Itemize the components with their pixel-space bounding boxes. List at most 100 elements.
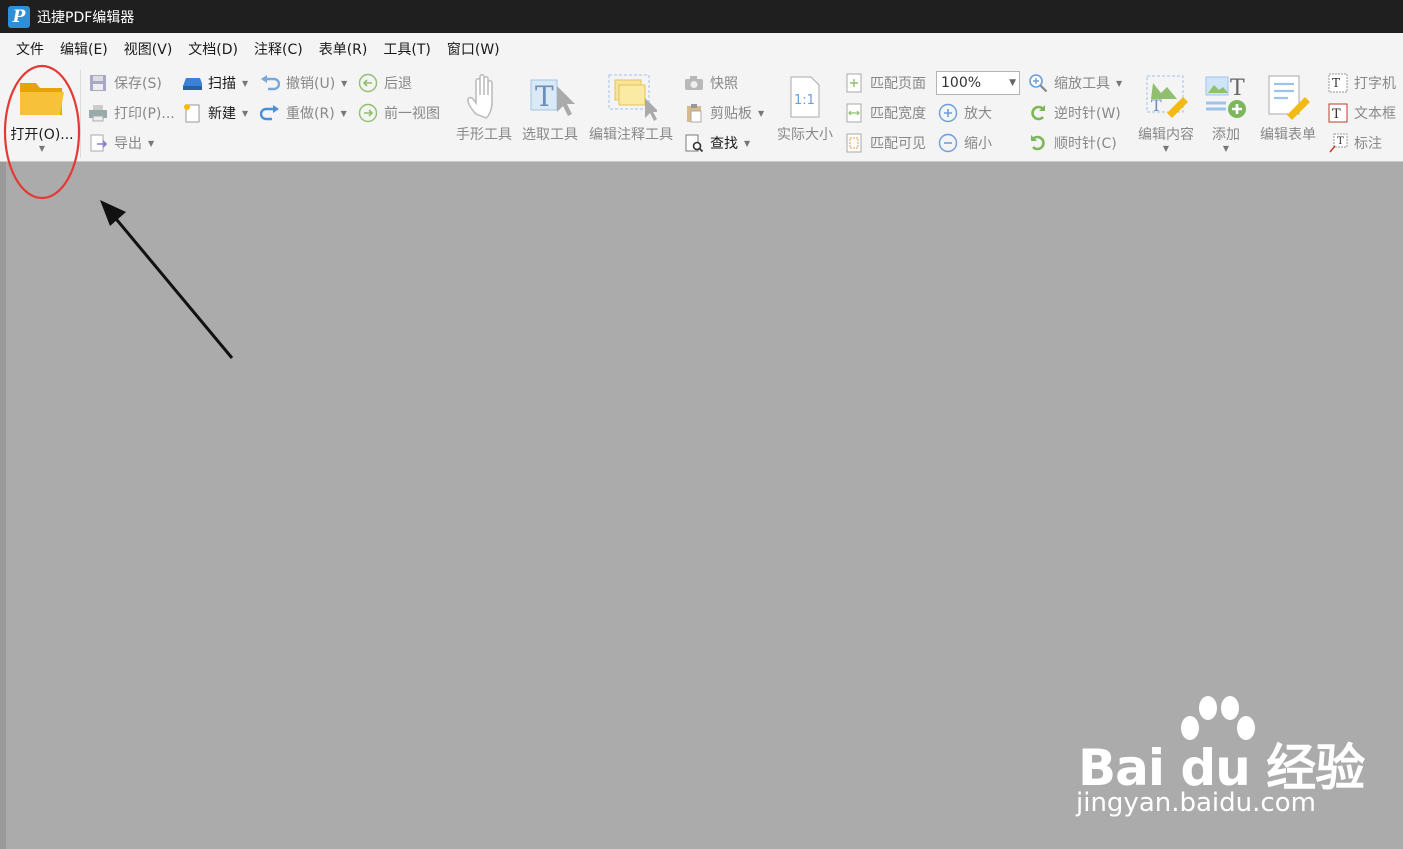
fit-visible-label: 匹配可见 (870, 136, 926, 152)
hand-tool-button[interactable]: 手形工具 (452, 70, 516, 144)
find-button[interactable]: 查找 ▼ (684, 130, 750, 156)
export-icon (88, 133, 108, 153)
menu-edit[interactable]: 编辑(E) (52, 37, 116, 63)
clipboard-button[interactable]: 剪贴板 ▼ (684, 100, 764, 126)
select-tool-label: 选取工具 (522, 127, 578, 143)
back-label: 后退 (384, 76, 412, 92)
edit-content-label: 编辑内容 (1138, 127, 1194, 143)
edit-form-button[interactable]: 编辑表单 (1256, 70, 1320, 144)
redo-icon (260, 103, 280, 123)
export-button[interactable]: 导出 ▼ (88, 130, 154, 156)
new-document-icon (182, 103, 202, 123)
rotate-cw-button[interactable]: 顺时针(C) (1028, 130, 1117, 156)
edit-annotation-tool-label: 编辑注释工具 (589, 127, 673, 143)
edit-annotation-tool-button[interactable]: 编辑注释工具 (584, 70, 678, 144)
menu-window[interactable]: 窗口(W) (439, 37, 508, 63)
open-button[interactable]: 打开(O)... ▼ (6, 70, 78, 153)
camera-icon (684, 73, 704, 93)
menu-document[interactable]: 文档(D) (180, 37, 246, 63)
annotation-edit-icon (605, 70, 657, 124)
back-arrow-icon (358, 73, 378, 93)
menu-form[interactable]: 表单(R) (311, 37, 376, 63)
select-tool-button[interactable]: T 选取工具 (518, 70, 582, 144)
print-button[interactable]: 打印(P)... (88, 100, 175, 126)
textbox-icon: T (1328, 103, 1348, 123)
undo-button[interactable]: 撤销(U) ▼ (260, 70, 347, 96)
app-window: P 迅捷PDF编辑器 文件 编辑(E) 视图(V) 文档(D) 注释(C) 表单… (0, 0, 1403, 849)
new-label: 新建 (208, 106, 236, 122)
zoom-out-button[interactable]: 缩小 (938, 130, 992, 156)
clipboard-label: 剪贴板 (710, 106, 752, 122)
prev-view-button[interactable]: 前一视图 (358, 100, 440, 126)
printer-icon (88, 103, 108, 123)
open-label: 打开(O)... (10, 127, 74, 143)
redo-button[interactable]: 重做(R) ▼ (260, 100, 347, 126)
svg-text:T: T (1332, 76, 1340, 90)
zoom-in-icon (938, 103, 958, 123)
menu-comment[interactable]: 注释(C) (246, 37, 311, 63)
find-icon (684, 133, 704, 153)
new-button[interactable]: 新建 ▼ (182, 100, 248, 126)
fit-width-icon (844, 103, 864, 123)
find-label: 查找 (710, 136, 738, 152)
edit-content-button[interactable]: T 编辑内容 ▼ (1134, 70, 1198, 153)
redo-dropdown-icon[interactable]: ▼ (341, 109, 347, 118)
rotate-ccw-button[interactable]: 逆时针(W) (1028, 100, 1121, 126)
zoom-level-select[interactable]: 100% ▼ (936, 71, 1020, 95)
zoom-in-button[interactable]: 放大 (938, 100, 992, 126)
rotate-ccw-icon (1028, 103, 1048, 123)
typewriter-button[interactable]: T 打字机 (1328, 70, 1396, 96)
svg-text:1:1: 1:1 (794, 93, 815, 108)
callout-button[interactable]: T 标注 (1328, 130, 1382, 156)
add-dropdown-icon[interactable]: ▼ (1223, 144, 1229, 153)
back-button[interactable]: 后退 (358, 70, 412, 96)
scan-label: 扫描 (208, 76, 236, 92)
find-dropdown-icon[interactable]: ▼ (744, 139, 750, 148)
magnifier-icon (1028, 73, 1048, 93)
fit-page-button[interactable]: 匹配页面 (844, 70, 926, 96)
menu-view[interactable]: 视图(V) (116, 37, 181, 63)
add-button[interactable]: T 添加 ▼ (1200, 70, 1252, 153)
hand-icon (466, 70, 502, 124)
export-dropdown-icon[interactable]: ▼ (148, 139, 154, 148)
edit-content-dropdown-icon[interactable]: ▼ (1163, 144, 1169, 153)
scan-dropdown-icon[interactable]: ▼ (242, 79, 248, 88)
actual-size-label: 实际大小 (777, 127, 833, 143)
rotate-ccw-label: 逆时针(W) (1054, 106, 1121, 122)
add-label: 添加 (1212, 127, 1240, 143)
menu-tools[interactable]: 工具(T) (375, 37, 438, 63)
svg-text:T: T (1337, 136, 1344, 147)
undo-dropdown-icon[interactable]: ▼ (341, 79, 347, 88)
fit-visible-button[interactable]: 匹配可见 (844, 130, 926, 156)
add-element-icon: T (1202, 70, 1250, 124)
svg-text:T: T (535, 80, 554, 113)
snapshot-label: 快照 (710, 76, 738, 92)
new-dropdown-icon[interactable]: ▼ (242, 109, 248, 118)
scan-button[interactable]: 扫描 ▼ (182, 70, 248, 96)
scanner-icon (182, 73, 202, 93)
save-button[interactable]: 保存(S) (88, 70, 162, 96)
zoom-tool-dropdown-icon[interactable]: ▼ (1116, 79, 1122, 88)
callout-icon: T (1328, 133, 1348, 153)
undo-label: 撤销(U) (286, 76, 336, 92)
clipboard-icon (684, 103, 704, 123)
textbox-button[interactable]: T 文本框 (1328, 100, 1396, 126)
snapshot-button[interactable]: 快照 (684, 70, 738, 96)
save-icon (88, 73, 108, 93)
clipboard-dropdown-icon[interactable]: ▼ (758, 109, 764, 118)
chevron-down-icon[interactable]: ▼ (1009, 72, 1016, 94)
svg-text:T: T (1230, 76, 1245, 101)
actual-size-button[interactable]: 1:1 实际大小 (772, 70, 838, 144)
edit-content-icon: T (1141, 70, 1191, 124)
baidu-watermark: Bai du 经验 jingyan.baidu.com (1070, 690, 1390, 830)
undo-icon (260, 73, 280, 93)
svg-text:T: T (1332, 107, 1341, 122)
zoom-tool-button[interactable]: 缩放工具 ▼ (1028, 70, 1122, 96)
text-select-icon: T (523, 70, 577, 124)
menu-file[interactable]: 文件 (8, 37, 52, 63)
open-dropdown-icon[interactable]: ▼ (39, 144, 45, 153)
callout-label: 标注 (1354, 136, 1382, 152)
fit-width-button[interactable]: 匹配宽度 (844, 100, 926, 126)
prev-view-label: 前一视图 (384, 106, 440, 122)
export-label: 导出 (114, 136, 142, 152)
